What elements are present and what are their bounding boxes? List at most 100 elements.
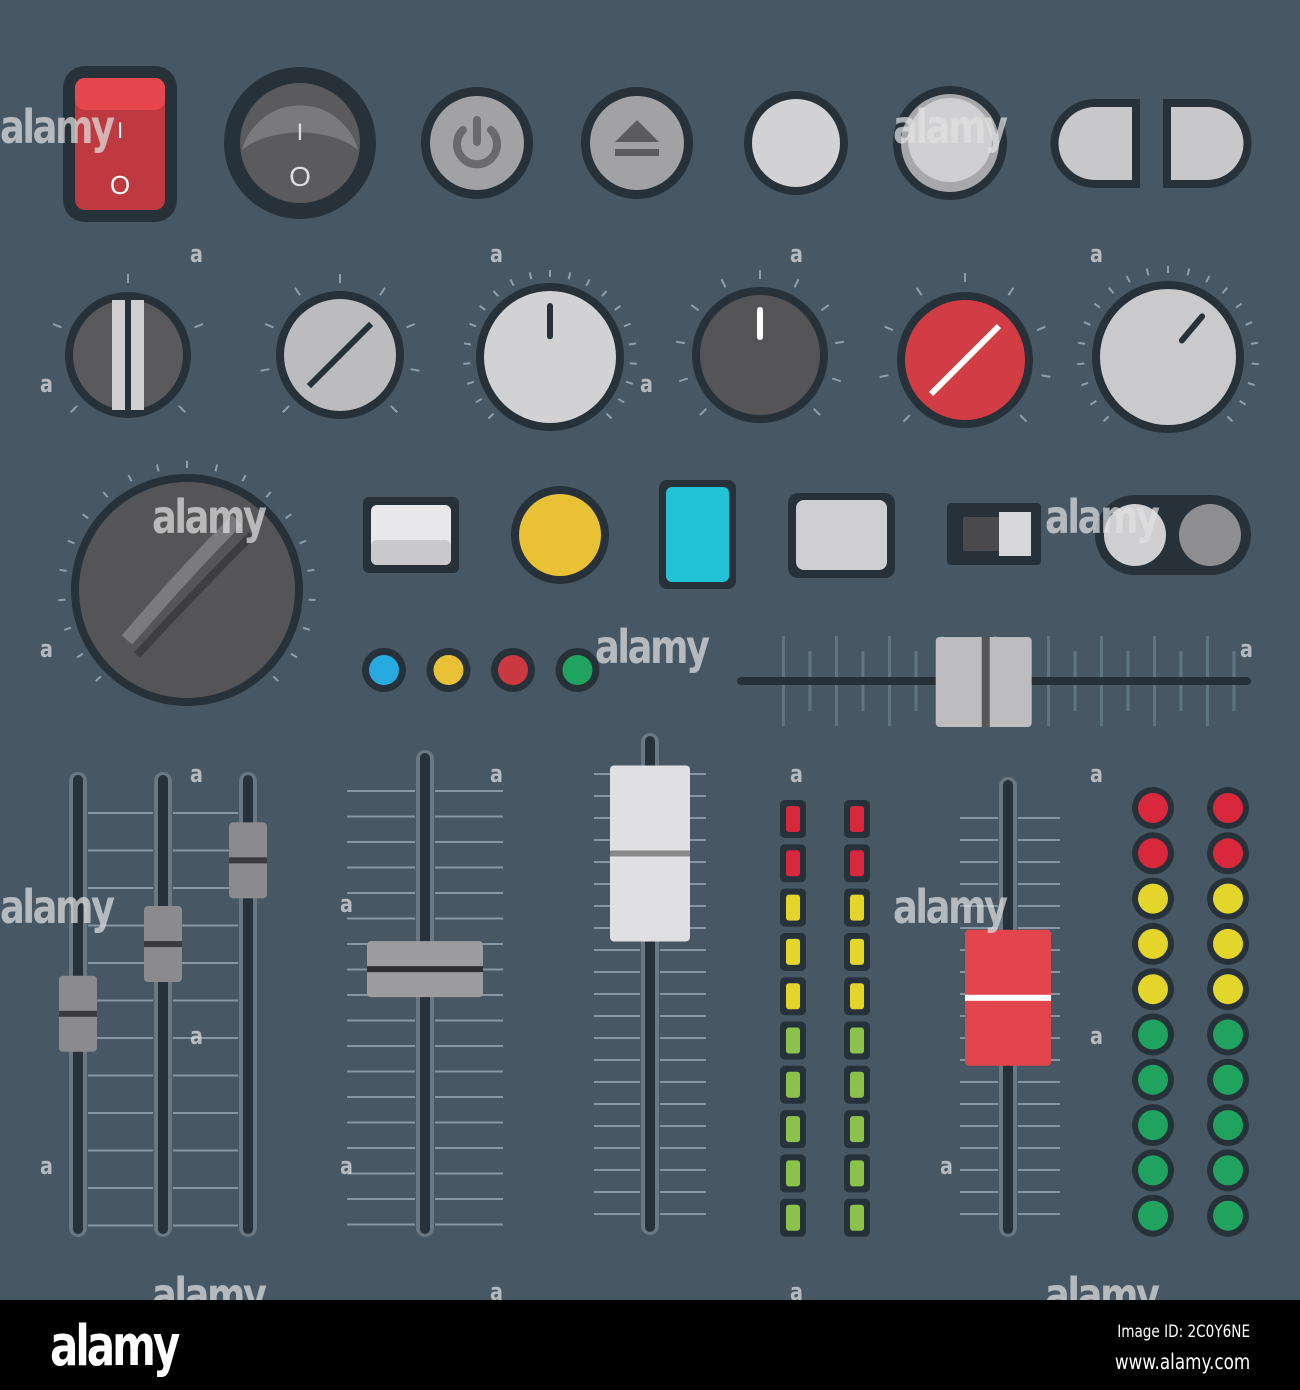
white-square-button[interactable] [363, 497, 459, 573]
knob-face [1100, 289, 1236, 425]
fader-handle-line [144, 941, 182, 948]
round-switch-on-label: I [297, 119, 304, 146]
watermark-mark: a [490, 760, 503, 788]
fader-tick [435, 1121, 503, 1124]
fader-tick [1018, 1103, 1060, 1105]
fader-tick [347, 1223, 415, 1226]
fader-tick [594, 1081, 640, 1083]
fader-tick [183, 1112, 238, 1114]
meter-segment-red [850, 806, 864, 832]
horizontal-slider-handle[interactable] [935, 637, 1032, 727]
knob-tick [675, 340, 686, 345]
round-rocker-switch[interactable]: I O [224, 67, 376, 219]
fader-tick [594, 1059, 640, 1061]
fader-tick [183, 1187, 238, 1189]
meter-segment-green [786, 1071, 800, 1098]
knob-tick [463, 342, 472, 346]
fader-tick [183, 999, 238, 1002]
fader-tick [660, 1213, 706, 1215]
meter-segment-green [786, 1027, 800, 1054]
fader-tick [347, 1096, 415, 1098]
fader-tick [594, 1037, 640, 1039]
watermark-mark: a [1090, 1022, 1103, 1050]
watermark: alamy [595, 620, 710, 674]
fader-tick [183, 924, 238, 927]
watermark-mark: a [1090, 240, 1103, 268]
knob-tick [463, 362, 471, 365]
fader-tick [960, 1147, 998, 1149]
fader-tick [347, 1070, 415, 1073]
fader-tick [1018, 1169, 1060, 1171]
watermark-mark: a [190, 240, 203, 268]
meter-segment-red [850, 850, 864, 877]
watermark-mark: a [40, 1152, 53, 1180]
watermark: alamy [0, 880, 115, 934]
fader-tick [435, 815, 503, 818]
fader-tick [594, 949, 640, 951]
watermark: alamy [893, 100, 1008, 154]
fader-tick [98, 849, 153, 852]
eject-button[interactable] [581, 87, 693, 199]
slide-switch[interactable] [947, 503, 1041, 565]
watermark-mark: a [790, 760, 803, 788]
fader-tick [98, 1074, 153, 1077]
fader-tick [347, 1019, 415, 1022]
led-green [1138, 1064, 1168, 1095]
fader-tick [435, 1172, 503, 1175]
meter-segment-yellow [850, 938, 864, 965]
knob-tick [1251, 362, 1259, 366]
fader-tick [98, 812, 153, 814]
watermark: alamy [152, 490, 267, 544]
right-d-button[interactable] [1163, 99, 1252, 188]
led-red [1213, 793, 1243, 823]
indicator-led-green [562, 655, 593, 685]
knob-tick [308, 598, 316, 602]
watermark: alamy [0, 100, 115, 154]
fader-tick [98, 999, 153, 1002]
watermark-mark: a [340, 890, 353, 918]
gray-rect-button[interactable] [788, 493, 895, 578]
fader-tick [594, 971, 640, 973]
fader-tick [435, 1070, 503, 1073]
footer-bar: alamy Image ID: 2C0Y6NE www.alamy.com [0, 1300, 1300, 1390]
led-green [1213, 1019, 1243, 1050]
led-yellow [1213, 974, 1243, 1005]
led-red [1138, 838, 1168, 869]
footer-url[interactable]: www.alamy.com [1115, 1350, 1250, 1374]
fader-tick [594, 1147, 640, 1149]
yellow-round-button[interactable] [511, 486, 609, 584]
led-green [1213, 1200, 1243, 1231]
led-green [1213, 1110, 1243, 1141]
fader-handle-line [229, 857, 267, 864]
fader-tick [435, 892, 503, 894]
led-yellow [1138, 883, 1168, 914]
knob-tick [1077, 362, 1085, 366]
watermark-mark: a [40, 370, 53, 398]
fader-tick [960, 1103, 998, 1105]
rocker-off-label: O [110, 170, 130, 200]
fader-tick [960, 1191, 998, 1193]
fader-tick [660, 1081, 706, 1083]
cyan-button[interactable] [659, 480, 736, 589]
watermark: alamy [893, 880, 1008, 934]
fader-tick [960, 861, 998, 863]
image-id: Image ID: 2C0Y6NE [1117, 1322, 1250, 1342]
fader-tick [98, 1224, 153, 1227]
fader-handle-line [367, 966, 483, 973]
left-d-button[interactable] [1050, 99, 1141, 188]
fader-tick [960, 1213, 998, 1215]
fader-tick [347, 892, 415, 894]
fader-tick [347, 1198, 415, 1200]
fader-tick [347, 866, 415, 869]
meter-segment-green [850, 1071, 864, 1098]
fader-tick [1018, 839, 1060, 841]
led-green [1138, 1200, 1168, 1231]
power-button[interactable] [421, 87, 533, 199]
meter-segment-green [850, 1116, 864, 1143]
knob-tick [59, 568, 67, 572]
plain-round-button[interactable] [744, 91, 848, 195]
fader-tick [1018, 817, 1060, 819]
fader-handle-line [610, 850, 690, 857]
round-switch-off-label: O [289, 161, 311, 192]
fader-tick [1018, 883, 1060, 885]
